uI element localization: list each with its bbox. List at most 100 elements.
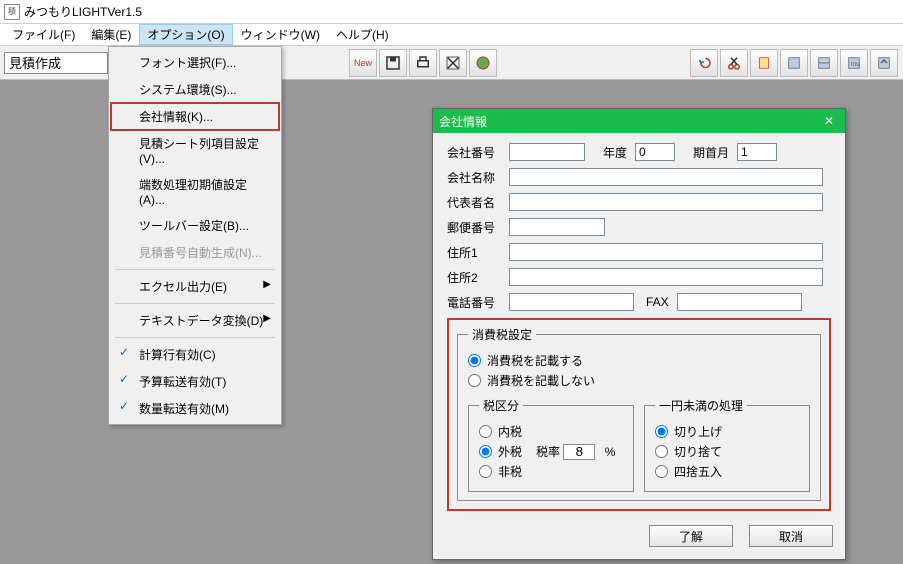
label-round-half: 四捨五入 [674, 463, 722, 480]
option-dropdown-menu: フォント選択(F)... システム環境(S)... 会社情報(K)... 見積シ… [108, 46, 282, 425]
svg-text:Ins: Ins [851, 62, 859, 68]
check-icon: ✓ [119, 399, 129, 413]
input-fax[interactable] [677, 293, 802, 311]
tax-legend: 消費税設定 [468, 326, 536, 343]
rounding-legend: 一円未満の処理 [655, 397, 747, 414]
globe-icon[interactable] [469, 49, 497, 77]
label-addr1: 住所1 [447, 244, 509, 261]
label-rep-name: 代表者名 [447, 194, 509, 211]
ok-button[interactable]: 了解 [649, 525, 733, 547]
label-tax-rate-unit: % [605, 445, 616, 459]
note-icon[interactable] [750, 49, 778, 77]
label-tax-outer: 外税 [498, 443, 522, 460]
mode-select-input[interactable] [4, 52, 108, 74]
input-year[interactable] [635, 143, 675, 161]
menu-calc-enabled[interactable]: ✓ 計算行有効(C) [111, 341, 279, 368]
menu-help[interactable]: ヘルプ(H) [328, 24, 397, 45]
form4-icon[interactable] [870, 49, 898, 77]
label-addr2: 住所2 [447, 269, 509, 286]
new-icon[interactable]: New [349, 49, 377, 77]
label-tax-record-no: 消費税を記載しない [487, 372, 595, 389]
label-tax-rate: 税率 [536, 445, 560, 459]
input-start-month[interactable] [737, 143, 777, 161]
input-company-no[interactable] [509, 143, 585, 161]
menu-excel-out[interactable]: エクセル出力(E) ▶ [111, 273, 279, 300]
app-icon: 積 [4, 4, 20, 20]
menu-font-select[interactable]: フォント選択(F)... [111, 49, 279, 76]
dialog-title: 会社情報 [439, 113, 487, 130]
radio-tax-record-yes[interactable] [468, 354, 481, 367]
radio-round-down[interactable] [655, 445, 668, 458]
radio-tax-outer[interactable] [479, 445, 492, 458]
label-round-up: 切り上げ [674, 423, 722, 440]
radio-tax-record-no[interactable] [468, 374, 481, 387]
form2-icon[interactable] [810, 49, 838, 77]
submenu-arrow-icon: ▶ [263, 279, 271, 290]
menu-excel-out-label: エクセル出力(E) [139, 280, 227, 294]
label-fax: FAX [646, 295, 669, 309]
input-rep-name[interactable] [509, 193, 823, 211]
label-round-down: 切り捨て [674, 443, 722, 460]
radio-round-up[interactable] [655, 425, 668, 438]
menu-system-env[interactable]: システム環境(S)... [111, 76, 279, 103]
dialog-close-button[interactable]: ✕ [819, 112, 839, 130]
cancel-button[interactable]: 取消 [749, 525, 833, 547]
menu-separator [115, 303, 275, 304]
menu-text-conv-label: テキストデータ変換(D) [139, 314, 263, 328]
cut-icon[interactable] [720, 49, 748, 77]
menu-qty-fwd[interactable]: ✓ 数量転送有効(M) [111, 395, 279, 422]
form3-icon[interactable]: Ins [840, 49, 868, 77]
input-addr2[interactable] [509, 268, 823, 286]
tax-category-legend: 税区分 [479, 397, 523, 414]
undo-icon[interactable] [690, 49, 718, 77]
menu-qty-fwd-label: 数量転送有効(M) [139, 402, 229, 416]
menubar: ファイル(F) 編集(E) オプション(O) ウィンドウ(W) ヘルプ(H) [0, 24, 903, 46]
label-start-month: 期首月 [693, 144, 729, 161]
menu-calc-enabled-label: 計算行有効(C) [139, 348, 216, 362]
form1-icon[interactable] [780, 49, 808, 77]
menu-edit[interactable]: 編集(E) [83, 24, 139, 45]
label-tax-inner: 内税 [498, 423, 522, 440]
menu-sheet-columns[interactable]: 見積シート列項目設定(V)... [111, 130, 279, 171]
radio-tax-none[interactable] [479, 465, 492, 478]
label-year: 年度 [603, 144, 627, 161]
window-title: みつもりLIGHTVer1.5 [24, 3, 142, 20]
submenu-arrow-icon: ▶ [263, 313, 271, 324]
window-titlebar: 積 みつもりLIGHTVer1.5 [0, 0, 903, 24]
label-company-name: 会社名称 [447, 169, 509, 186]
dialog-titlebar[interactable]: 会社情報 ✕ [433, 109, 845, 133]
tax-category-fieldset: 税区分 内税 外税 税率 % 非税 [468, 397, 634, 492]
label-tax-record-yes: 消費税を記載する [487, 352, 583, 369]
label-tax-none: 非税 [498, 463, 522, 480]
menu-separator [115, 269, 275, 270]
tax-fieldset: 消費税設定 消費税を記載する 消費税を記載しない 税区分 内税 外税 税率 % … [457, 326, 821, 501]
radio-round-half[interactable] [655, 465, 668, 478]
menu-budget-fwd-label: 予算転送有効(T) [139, 375, 226, 389]
input-postal[interactable] [509, 218, 605, 236]
rounding-fieldset: 一円未満の処理 切り上げ 切り捨て 四捨五入 [644, 397, 810, 492]
menu-separator [115, 337, 275, 338]
delete-icon[interactable] [439, 49, 467, 77]
save-icon[interactable] [379, 49, 407, 77]
menu-window[interactable]: ウィンドウ(W) [233, 24, 328, 45]
menu-seq-gen: 見積番号自動生成(N)... [111, 239, 279, 266]
menu-text-conv[interactable]: テキストデータ変換(D)▶ [111, 307, 279, 334]
tax-settings-section: 消費税設定 消費税を記載する 消費税を記載しない 税区分 内税 外税 税率 % … [447, 318, 831, 511]
input-addr1[interactable] [509, 243, 823, 261]
menu-company-info[interactable]: 会社情報(K)... [111, 103, 279, 130]
label-company-no: 会社番号 [447, 144, 509, 161]
menu-budget-fwd[interactable]: ✓予算転送有効(T) [111, 368, 279, 395]
menu-fraction-init[interactable]: 端数処理初期値設定(A)... [111, 171, 279, 212]
company-info-dialog: 会社情報 ✕ 会社番号 年度 期首月 会社名称 代表者名 郵便番号 住所1 [432, 108, 846, 560]
label-postal: 郵便番号 [447, 219, 509, 236]
check-icon: ✓ [119, 345, 129, 359]
menu-toolbar-settings[interactable]: ツールバー設定(B)... [111, 212, 279, 239]
input-tax-rate[interactable] [563, 444, 595, 460]
input-company-name[interactable] [509, 168, 823, 186]
menu-option[interactable]: オプション(O) [139, 24, 232, 45]
input-tel[interactable] [509, 293, 634, 311]
menu-file[interactable]: ファイル(F) [4, 24, 83, 45]
label-tel: 電話番号 [447, 294, 509, 311]
radio-tax-inner[interactable] [479, 425, 492, 438]
print-icon[interactable] [409, 49, 437, 77]
